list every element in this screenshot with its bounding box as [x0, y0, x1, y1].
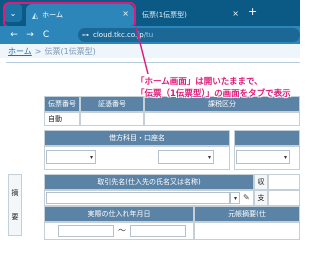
chevron-down-icon: ▾	[207, 153, 211, 161]
voucher-no-value: 自動	[44, 112, 80, 126]
purchase-date-to-input[interactable]	[130, 225, 186, 237]
callout-line-1: 「ホーム画面」は開いたままで、	[136, 77, 263, 87]
tab-voucher[interactable]: 伝票(1伝票型) ×	[136, 4, 244, 26]
right-label-top: 収	[254, 174, 268, 190]
summary-label-bottom: 要	[11, 213, 19, 221]
reload-icon[interactable]: C	[38, 30, 54, 40]
address-bar[interactable]: ⊶ cloud.tkc.co.jp /tu	[78, 28, 300, 42]
tab-highlight-frame	[3, 2, 136, 28]
debit-account-header: 借方科目・口座名	[44, 130, 230, 146]
divider	[6, 62, 300, 63]
range-separator: ～	[118, 226, 126, 235]
tax-class-value[interactable]	[144, 112, 300, 126]
voucher-no-header: 伝票番号	[44, 96, 80, 112]
page-content: ホーム > 伝票(1伝票型) 伝票番号 証憑番号 課税区分 自動 借方科目・口座…	[0, 44, 300, 270]
original-summary-header: 元帳摘要(仕	[194, 206, 300, 222]
callout-line-2: 「伝票（1伝票型）」の画面をタブで表示	[136, 89, 291, 99]
chevron-down-icon: ▾	[233, 194, 237, 202]
url-path: /tu	[143, 31, 154, 39]
right-label-bottom: 支	[254, 190, 268, 206]
right-bottom-cell	[268, 190, 300, 206]
breadcrumb-current: 伝票(1伝票型)	[44, 46, 96, 56]
url-host: cloud.tkc.co.jp	[93, 31, 144, 39]
pencil-icon[interactable]: ✎	[243, 193, 250, 202]
chevron-down-icon: ▾	[89, 153, 93, 161]
annotation-callout: 「ホーム画面」は開いたままで、 「伝票（1伝票型）」の画面をタブで表示	[136, 76, 300, 100]
partner-input[interactable]	[46, 192, 230, 204]
proof-no-input[interactable]	[80, 112, 144, 126]
summary-side-label: 摘 要	[8, 174, 22, 236]
partner-header: 取引先名(仕入先の氏名又は名称)	[44, 174, 254, 190]
partner-select[interactable]: ▾	[230, 192, 240, 204]
back-icon[interactable]: ←	[6, 30, 22, 40]
chevron-down-icon: ▾	[283, 153, 287, 161]
breadcrumb-home-link[interactable]: ホーム	[8, 46, 32, 57]
debit-account-select[interactable]: ▾	[46, 150, 96, 164]
browser-toolbar: ← → C ⊶ cloud.tkc.co.jp /tu	[0, 26, 300, 44]
proof-no-header: 証憑番号	[80, 96, 144, 112]
tab-voucher-label: 伝票(1伝票型)	[142, 11, 187, 19]
purchase-date-header: 実際の仕入れ年月日	[44, 206, 194, 222]
debit-subaccount-select[interactable]: ▾	[158, 150, 214, 164]
close-icon[interactable]: ×	[232, 9, 239, 18]
summary-label-top: 摘	[11, 189, 19, 197]
original-summary-input[interactable]	[194, 222, 300, 240]
purchase-date-from-input[interactable]	[58, 225, 114, 237]
debit-extra-header	[234, 130, 300, 146]
debit-extra-select[interactable]: ▾	[236, 150, 290, 164]
new-tab-button[interactable]: +	[248, 5, 257, 18]
breadcrumb: ホーム > 伝票(1伝票型)	[0, 44, 300, 58]
site-info-icon[interactable]: ⊶	[82, 31, 89, 39]
right-top-cell	[268, 174, 300, 190]
breadcrumb-separator: >	[34, 46, 42, 56]
forward-icon[interactable]: →	[22, 30, 38, 40]
